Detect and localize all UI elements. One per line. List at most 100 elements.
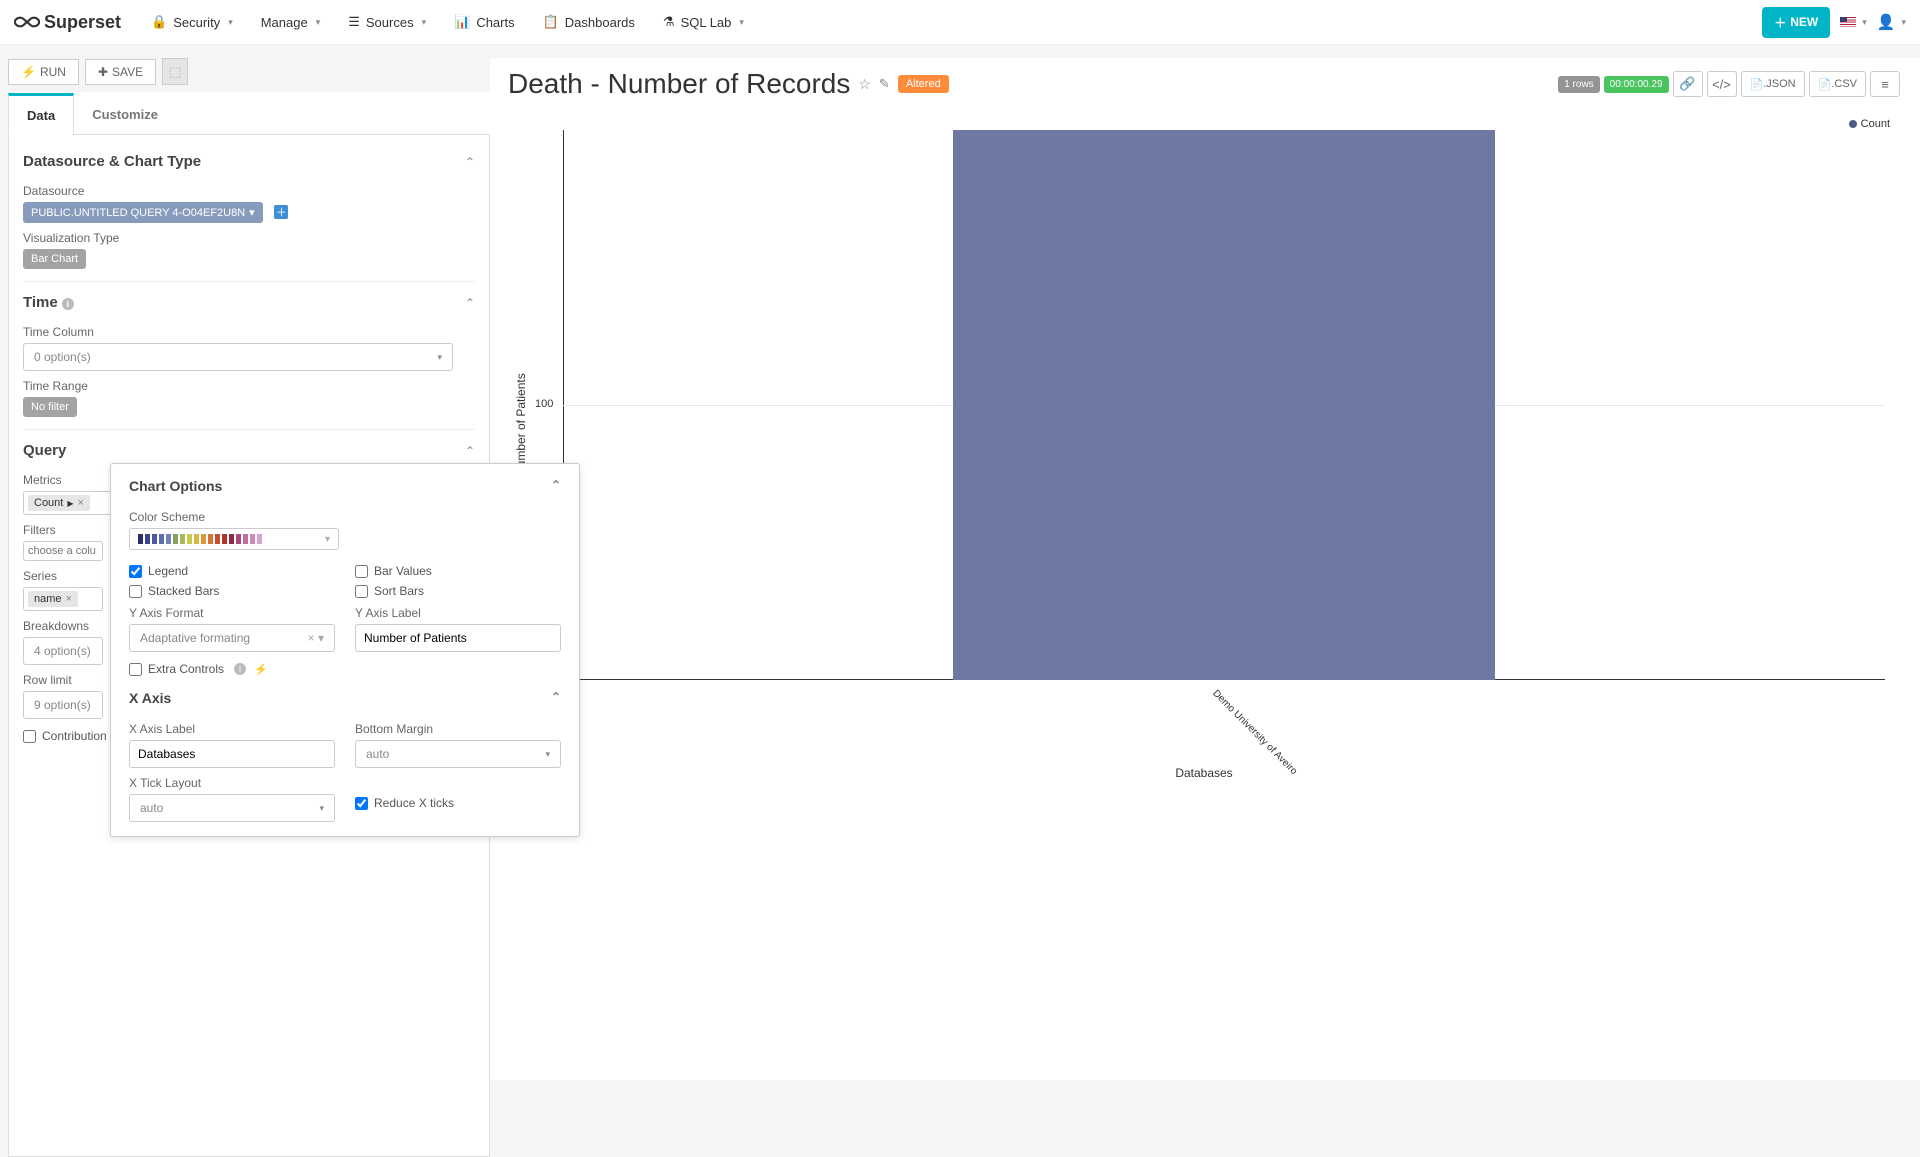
breakdowns-select[interactable]: 4 option(s) (23, 637, 103, 665)
nav-sqllab[interactable]: ⚗SQL Lab▾ (651, 0, 756, 45)
embed-button[interactable]: </> (1707, 71, 1737, 97)
nav-dashboards[interactable]: 📋 Dashboards (531, 0, 647, 45)
chevron-down-icon: ▾ (249, 206, 255, 219)
rows-badge: 1 rows (1558, 76, 1599, 93)
color-scheme-select[interactable]: ▾ (129, 528, 339, 550)
stacked-input[interactable] (129, 585, 142, 598)
add-datasource-button[interactable]: ＋ (274, 205, 288, 219)
controls-panel: ⚡RUN ✚SAVE ⬚ Data Customize Datasource &… (0, 58, 490, 1080)
rowlimit-select[interactable]: 9 option(s) (23, 691, 103, 719)
chevron-up-icon: ⌃ (465, 444, 475, 458)
tag-label: Count (34, 497, 63, 509)
nav-security[interactable]: 🔒Security▾ (139, 0, 245, 45)
chevron-down-icon: ▾ (316, 17, 321, 28)
xaxis-title: X Axis (129, 690, 171, 706)
chevron-down-icon: ▾ (739, 17, 744, 28)
tag-label: name (34, 593, 62, 605)
nav-right: ＋NEW ▾ 👤▾ (1762, 7, 1906, 38)
reduce-xticks-checkbox[interactable]: Reduce X ticks (355, 796, 561, 810)
nav-label: Charts (476, 15, 514, 30)
save-button[interactable]: ✚SAVE (85, 59, 156, 85)
nav-label: Security (173, 15, 220, 30)
chevron-down-icon: ▾ (1862, 17, 1867, 28)
extra-input[interactable] (129, 663, 142, 676)
nav-label: Dashboards (565, 15, 635, 30)
filters-input[interactable] (23, 541, 103, 561)
menu-button[interactable]: ≡ (1870, 71, 1900, 97)
tab-customize[interactable]: Customize (74, 92, 176, 134)
barvalues-checkbox[interactable]: Bar Values (355, 564, 561, 578)
remove-tag-icon[interactable]: × (78, 497, 84, 509)
filters-text-input[interactable] (28, 545, 98, 557)
dashboard-icon: 📋 (543, 14, 559, 30)
section-time-head[interactable]: Timei ⌃ (23, 286, 475, 317)
xtick-select[interactable]: auto▾ (129, 794, 335, 822)
bolt-icon: ⚡ (21, 65, 36, 79)
brand-logo[interactable]: Superset (14, 9, 121, 35)
sortbars-checkbox[interactable]: Sort Bars (355, 584, 561, 598)
section-datasource-head[interactable]: Datasource & Chart Type ⌃ (23, 145, 475, 176)
reduce-input[interactable] (355, 797, 368, 810)
chevron-up-icon: ⌃ (551, 690, 561, 706)
nav-sources[interactable]: ☰Sources▾ (336, 0, 438, 45)
time-column-select[interactable]: 0 option(s)▾ (23, 343, 453, 371)
nav-charts[interactable]: 📊Charts (442, 0, 526, 45)
x-tick-label: Demo University of Aveiro (1210, 688, 1299, 777)
contribution-input[interactable] (23, 730, 36, 743)
user-menu[interactable]: 👤▾ (1877, 13, 1906, 31)
edit-icon[interactable]: ✎ (879, 76, 890, 92)
chart-title: Death - Number of Records (508, 68, 850, 100)
bmargin-select[interactable]: auto▾ (355, 740, 561, 768)
metric-tag[interactable]: Count ▶ × (28, 495, 90, 511)
run-button[interactable]: ⚡RUN (8, 59, 79, 85)
link-icon: 🔗 (1679, 76, 1695, 92)
barvalues-label: Bar Values (374, 564, 432, 578)
xaxis-section-head[interactable]: X Axis ⌃ (129, 690, 561, 714)
extra-controls-checkbox[interactable]: Extra Controlsi⚡ (129, 662, 561, 676)
tab-data[interactable]: Data (8, 93, 74, 136)
language-selector[interactable]: ▾ (1840, 17, 1867, 28)
save-extra-button[interactable]: ⬚ (162, 58, 188, 85)
y-tick-label: 100 (535, 398, 553, 410)
bar[interactable] (953, 130, 1495, 680)
legend-entry[interactable]: Count (1849, 118, 1890, 130)
link-button[interactable]: 🔗 (1673, 71, 1703, 97)
legend-checkbox[interactable]: Legend (129, 564, 335, 578)
ylabel-input[interactable] (355, 624, 561, 652)
separator (23, 281, 475, 282)
section-query-head[interactable]: Query ⌃ (23, 434, 475, 465)
query-time-badge: 00:00:00.29 (1604, 76, 1669, 93)
xlabel-input[interactable] (129, 740, 335, 768)
export-csv-button[interactable]: 📄.CSV (1809, 71, 1866, 97)
series-tag[interactable]: name × (28, 591, 78, 607)
yfmt-select[interactable]: Adaptative formating× ▾ (129, 624, 335, 652)
stack-icon: ☰ (348, 14, 360, 30)
time-column-value: 0 option(s) (34, 350, 91, 364)
datasource-pill[interactable]: PUBLIC.UNTITLED QUERY 4-O04EF2U8N▾ (23, 202, 263, 223)
chart-options-head[interactable]: Chart Options⌃ (129, 478, 561, 502)
file-icon: 📄 (1818, 78, 1832, 91)
nav-manage[interactable]: Manage▾ (249, 0, 333, 45)
sortbars-input[interactable] (355, 585, 368, 598)
chevron-up-icon: ⌃ (465, 296, 475, 310)
new-button[interactable]: ＋NEW (1762, 7, 1830, 38)
run-save-toolbar: ⚡RUN ✚SAVE ⬚ (8, 58, 490, 93)
viz-type-pill[interactable]: Bar Chart (23, 249, 86, 269)
yfmt-value: Adaptative formating (140, 631, 250, 645)
section-title: Datasource & Chart Type (23, 153, 201, 170)
caret-right-icon: ▶ (67, 499, 73, 508)
series-input[interactable]: name × (23, 587, 103, 611)
legend-input[interactable] (129, 565, 142, 578)
chevron-up-icon: ⌃ (465, 155, 475, 169)
remove-tag-icon[interactable]: × (66, 593, 72, 605)
export-json-button[interactable]: 📄.JSON (1741, 71, 1805, 97)
barvalues-input[interactable] (355, 565, 368, 578)
chevron-down-icon: ▾ (228, 17, 233, 28)
altered-badge[interactable]: Altered (898, 75, 949, 93)
section-title: Query (23, 442, 66, 459)
viz-type-label: Visualization Type (23, 231, 475, 245)
favorite-star-icon[interactable]: ☆ (858, 76, 871, 93)
time-range-pill[interactable]: No filter (23, 397, 77, 417)
y-axis-label: Number of Patients (514, 373, 528, 476)
stacked-checkbox[interactable]: Stacked Bars (129, 584, 335, 598)
